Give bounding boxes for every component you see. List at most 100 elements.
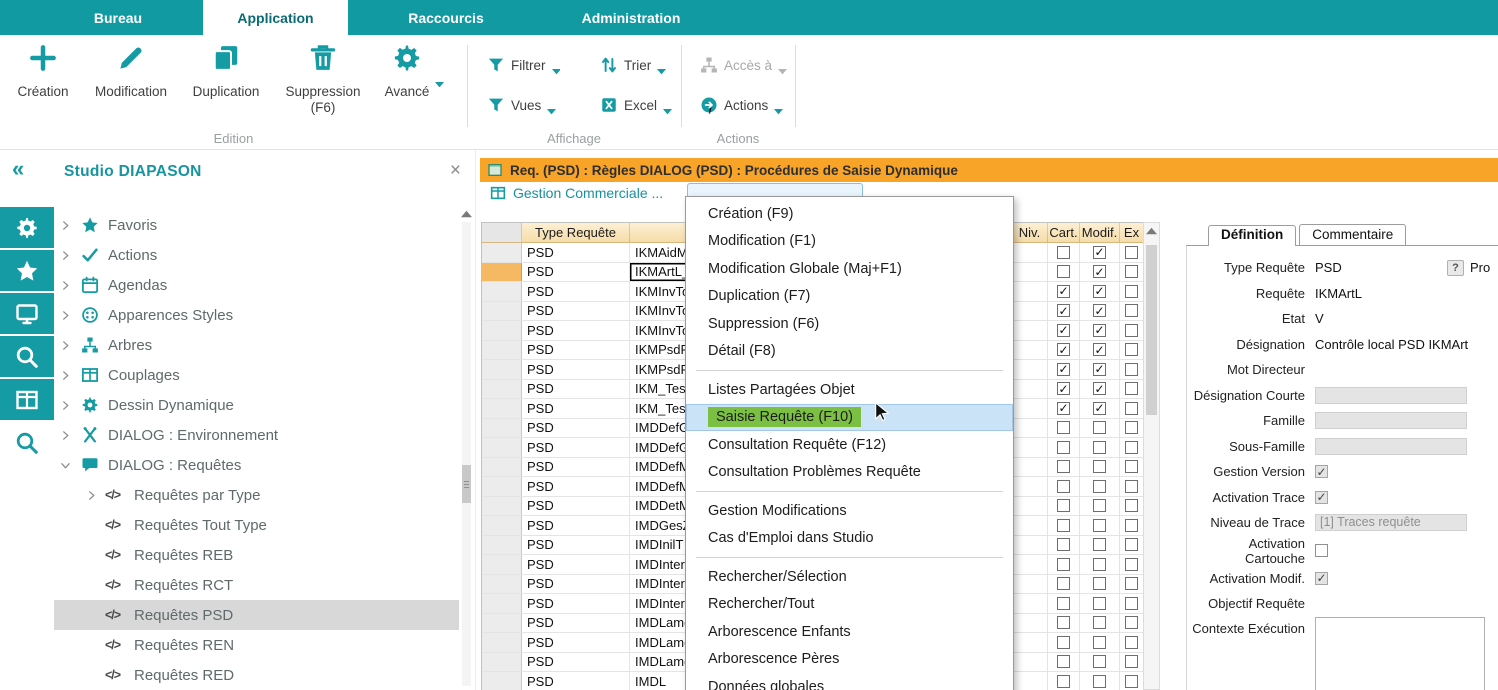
chevron-right-icon[interactable]: [60, 280, 76, 291]
table-scrollbar[interactable]: [1143, 222, 1160, 690]
suppression-button[interactable]: Suppression (F6): [276, 43, 370, 116]
cart-checkbox[interactable]: ✓: [1057, 304, 1070, 317]
cart-checkbox[interactable]: [1057, 577, 1070, 590]
chevron-down-icon[interactable]: [657, 62, 666, 68]
cart-checkbox[interactable]: [1057, 538, 1070, 551]
scroll-up-icon[interactable]: [461, 210, 472, 218]
tree-item-couplages[interactable]: Couplages: [54, 360, 459, 390]
cart-checkbox[interactable]: [1057, 499, 1070, 512]
tree-item-arbres[interactable]: Arbres: [54, 330, 459, 360]
cart-checkbox[interactable]: [1057, 519, 1070, 532]
duplication-button[interactable]: Duplication: [180, 43, 272, 100]
modif-checkbox[interactable]: ✓: [1093, 265, 1106, 278]
tree-item-apparences-styles[interactable]: Apparences Styles: [54, 300, 459, 330]
menu-item-rechercher-tout[interactable]: Rechercher/Tout: [686, 591, 1013, 619]
chevron-down-icon[interactable]: [774, 102, 783, 108]
menu-item-suppression-f6[interactable]: Suppression (F6): [686, 310, 1013, 338]
menu-item-gestion-modifications[interactable]: Gestion Modifications: [686, 497, 1013, 525]
ex-checkbox[interactable]: [1125, 460, 1138, 473]
ex-checkbox[interactable]: [1125, 616, 1138, 629]
ex-checkbox[interactable]: [1125, 265, 1138, 278]
sidebar-collapse-button[interactable]: «: [12, 158, 24, 180]
chevron-down-icon[interactable]: [552, 62, 561, 68]
modif-checkbox[interactable]: [1093, 558, 1106, 571]
row-selector[interactable]: [482, 575, 522, 594]
modif-checkbox[interactable]: [1093, 675, 1106, 688]
monitor-rail-button[interactable]: [0, 293, 54, 334]
menu-item-arborescence-enfants[interactable]: Arborescence Enfants: [686, 618, 1013, 646]
trier-button[interactable]: Trier: [600, 53, 666, 77]
chevron-right-icon[interactable]: [60, 220, 76, 231]
modif-checkbox[interactable]: [1093, 480, 1106, 493]
ex-checkbox[interactable]: [1125, 304, 1138, 317]
columns-rail-button[interactable]: [0, 379, 54, 420]
tree-item-requ-tes-red[interactable]: </>Requêtes RED: [54, 660, 459, 690]
ex-checkbox[interactable]: [1125, 421, 1138, 434]
scroll-up-icon[interactable]: [1146, 227, 1157, 235]
chevron-right-icon[interactable]: [60, 400, 76, 411]
cart-checkbox[interactable]: [1057, 675, 1070, 688]
row-selector[interactable]: [482, 477, 522, 496]
search-rail-button[interactable]: [0, 336, 54, 377]
vues-button[interactable]: Vues: [487, 93, 556, 117]
tree-item-requ-tes-psd[interactable]: </>Requêtes PSD: [54, 600, 459, 630]
cart-checkbox[interactable]: [1057, 246, 1070, 259]
row-selector[interactable]: [482, 653, 522, 672]
modif-checkbox[interactable]: [1093, 441, 1106, 454]
modif-checkbox[interactable]: [1093, 655, 1106, 668]
tree-item-requ-tes-rct[interactable]: </>Requêtes RCT: [54, 570, 459, 600]
modif-checkbox[interactable]: [1093, 421, 1106, 434]
row-selector[interactable]: [482, 633, 522, 652]
menu-item-donn-es-globales[interactable]: Données globales: [686, 673, 1013, 690]
cart-checkbox[interactable]: ✓: [1057, 363, 1070, 376]
menu-item-modification-f1[interactable]: Modification (F1): [686, 228, 1013, 256]
menu-item-consultation-requ-te-f12[interactable]: Consultation Requête (F12): [686, 431, 1013, 459]
row-selector[interactable]: [482, 380, 522, 399]
filtrer-button[interactable]: Filtrer: [487, 53, 561, 77]
cart-checkbox[interactable]: [1057, 441, 1070, 454]
menu-item-cr-ation-f9[interactable]: Création (F9): [686, 200, 1013, 228]
column-header-niv[interactable]: Niv.: [1012, 223, 1048, 242]
chevron-right-icon[interactable]: [60, 370, 76, 381]
cart-checkbox[interactable]: ✓: [1057, 402, 1070, 415]
row-selector[interactable]: [482, 263, 522, 282]
menu-item-listes-partag-es-objet[interactable]: Listes Partagées Objet: [686, 376, 1013, 404]
modif-checkbox[interactable]: [1093, 636, 1106, 649]
modif-checkbox[interactable]: ✓: [1093, 285, 1106, 298]
row-selector[interactable]: [482, 243, 522, 262]
cart-checkbox[interactable]: ✓: [1057, 343, 1070, 356]
cart-checkbox[interactable]: ✓: [1057, 285, 1070, 298]
ex-checkbox[interactable]: [1125, 655, 1138, 668]
ex-checkbox[interactable]: [1125, 246, 1138, 259]
cart-checkbox[interactable]: ✓: [1057, 324, 1070, 337]
modif-checkbox[interactable]: [1093, 616, 1106, 629]
menu-tab-application[interactable]: Application: [203, 0, 348, 35]
row-selector[interactable]: [482, 419, 522, 438]
row-selector[interactable]: [482, 399, 522, 418]
chevron-right-icon[interactable]: [86, 490, 102, 501]
modif-checkbox[interactable]: ✓: [1093, 363, 1106, 376]
chevron-right-icon[interactable]: [60, 430, 76, 441]
ex-checkbox[interactable]: [1125, 519, 1138, 532]
chevron-down-icon[interactable]: [60, 460, 76, 471]
row-selector[interactable]: [482, 360, 522, 379]
cart-checkbox[interactable]: [1057, 460, 1070, 473]
row-selector[interactable]: [482, 614, 522, 633]
search-rail-button[interactable]: [0, 422, 54, 463]
star-rail-button[interactable]: [0, 250, 54, 291]
ex-checkbox[interactable]: [1125, 441, 1138, 454]
row-selector[interactable]: [482, 594, 522, 613]
modif-checkbox[interactable]: ✓: [1093, 246, 1106, 259]
sidebar-close-button[interactable]: ×: [450, 160, 461, 182]
menu-tab-administration[interactable]: Administration: [551, 0, 711, 35]
column-header-ex[interactable]: Ex: [1120, 223, 1143, 242]
menu-item-arborescence-p-res[interactable]: Arborescence Pères: [686, 646, 1013, 674]
modif-checkbox[interactable]: ✓: [1093, 304, 1106, 317]
column-header-type-requ-te[interactable]: Type Requête: [522, 223, 630, 242]
menu-item-rechercher-s-lection[interactable]: Rechercher/Sélection: [686, 563, 1013, 591]
tree-item-favoris[interactable]: Favoris: [54, 210, 459, 240]
ex-checkbox[interactable]: [1125, 636, 1138, 649]
tree-item-dessin-dynamique[interactable]: Dessin Dynamique: [54, 390, 459, 420]
chevron-down-icon[interactable]: [547, 102, 556, 108]
scrollbar-thumb[interactable]: [1146, 245, 1157, 415]
